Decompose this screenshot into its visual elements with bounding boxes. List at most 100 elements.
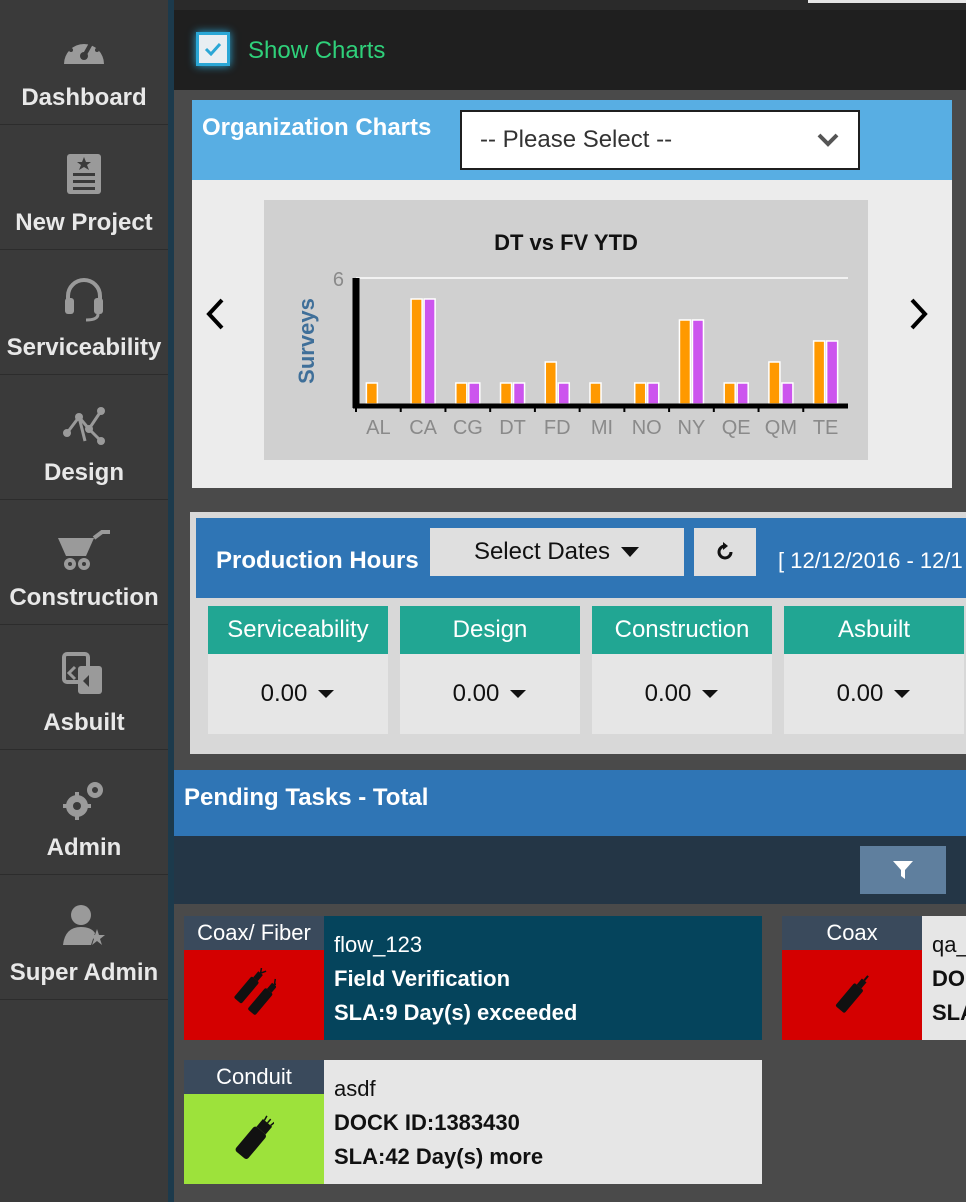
document-star-icon [67, 154, 101, 194]
task-name: asdf [334, 1076, 376, 1101]
sidebar-item-label: Serviceability [6, 334, 162, 361]
chevron-right-icon [910, 298, 928, 330]
task-card[interactable]: Coax/ Fiber flow_123 Field Verification … [184, 916, 762, 1040]
show-charts-label[interactable]: Show Charts [248, 37, 385, 65]
task-type-label: Coax/ Fiber [184, 916, 324, 950]
caret-down-icon [621, 547, 640, 557]
chart-x-tick-label: NO [632, 417, 662, 439]
top-strip [174, 0, 966, 10]
metric-construction: Construction 0.00 [592, 606, 772, 734]
chart-y-axis-label: Surveys [294, 298, 319, 384]
chart-bar [736, 382, 749, 405]
headset-icon [65, 278, 103, 322]
task-details: asdf DOCK ID:1383430 SLA:42 Day(s) more [324, 1060, 762, 1184]
sidebar-item-construction[interactable]: Construction [0, 500, 168, 625]
task-stage: DO [932, 966, 965, 991]
main-content: Show Charts Organization Charts -- Pleas… [174, 0, 966, 1202]
metric-value-dropdown[interactable]: 0.00 [592, 654, 772, 734]
caret-down-icon [702, 690, 719, 698]
chart-bar [589, 382, 602, 405]
metric-value-dropdown[interactable]: 0.00 [784, 654, 964, 734]
chart-bar [812, 340, 826, 405]
chart-bar [455, 382, 468, 405]
dt-vs-fv-chart: DT vs FV YTD Surveys 6 AL CA CG DT FD MI NO NY QE QM… [264, 200, 868, 460]
chart-bar [768, 361, 781, 405]
user-star-icon [63, 905, 105, 945]
sidebar-item-label: New Project [15, 209, 153, 236]
chart-next-arrow[interactable] [908, 296, 930, 341]
sidebar-item-design[interactable]: Design [0, 375, 168, 500]
chart-bar [723, 382, 736, 405]
sidebar-item-label: Dashboard [21, 84, 147, 111]
caret-down-icon [510, 690, 527, 698]
production-hours-header: Production Hours Select Dates [ 12/12/20… [196, 518, 966, 598]
wheelbarrow-icon [58, 530, 110, 570]
chart-x-tick-label: AL [366, 417, 390, 439]
filter-button[interactable] [860, 846, 946, 894]
chart-y-tick-label: 6 [333, 269, 344, 291]
organization-select-value: -- Please Select -- [480, 126, 673, 153]
task-dock-id: DOCK ID:1383430 [334, 1110, 520, 1135]
metric-label: Serviceability [208, 606, 388, 654]
chart-x-tick-label: FD [544, 417, 571, 439]
chart-x-tick-label: QE [722, 417, 751, 439]
sidebar: Dashboard New Project Serviceability Des… [0, 0, 168, 1202]
sidebar-item-label: Admin [46, 834, 122, 861]
chart-bar [678, 319, 692, 405]
sidebar-item-admin[interactable]: Admin [0, 750, 168, 875]
checkmark-icon [204, 42, 222, 56]
sidebar-item-dashboard[interactable]: Dashboard [0, 0, 168, 125]
pending-tasks-header: Pending Tasks - Total [174, 770, 966, 836]
select-dates-button[interactable]: Select Dates [430, 528, 684, 576]
network-nodes-icon [63, 407, 105, 445]
task-card[interactable]: Coax qa_ DO SLA [782, 916, 966, 1040]
chart-bar [544, 361, 558, 405]
chart-title: DT vs FV YTD [494, 230, 638, 255]
task-stage: Field Verification [334, 966, 511, 991]
chart-x-tick-label: TE [813, 417, 839, 439]
chart-bar [512, 382, 526, 405]
chart-bar [499, 382, 513, 405]
top-strip-highlight [808, 0, 966, 3]
reset-dates-button[interactable] [694, 528, 756, 576]
production-hours-title: Production Hours [216, 547, 419, 574]
metric-value: 0.00 [836, 680, 884, 707]
metric-label: Construction [592, 606, 772, 654]
chart-x-tick-label: CA [409, 417, 437, 439]
task-sla: SLA [932, 1000, 966, 1025]
metric-value-dropdown[interactable]: 0.00 [208, 654, 388, 734]
chart-bar [468, 382, 481, 405]
chart-x-tick-label: QM [765, 417, 797, 439]
task-status-tile [184, 1094, 324, 1184]
chart-bar [410, 298, 423, 405]
chart-bar [646, 382, 660, 405]
sidebar-item-super-admin[interactable]: Super Admin [0, 875, 168, 1000]
refresh-icon [717, 542, 733, 560]
sidebar-item-serviceability[interactable]: Serviceability [0, 250, 168, 375]
select-dates-label: Select Dates [473, 538, 611, 565]
chart-svg: DT vs FV YTD Surveys 6 AL CA CG DT FD MI NO NY QE QM… [294, 230, 848, 439]
task-name: flow_123 [334, 932, 423, 957]
metric-value-dropdown[interactable]: 0.00 [400, 654, 580, 734]
organization-charts-title: Organization Charts [202, 114, 432, 141]
gears-icon [63, 782, 103, 820]
chart-bar [423, 298, 436, 405]
chart-prev-arrow[interactable] [204, 296, 226, 341]
sidebar-item-new-project[interactable]: New Project [0, 125, 168, 250]
show-charts-checkbox[interactable] [196, 32, 230, 66]
chart-bar [825, 340, 839, 405]
conduit-icon [235, 1115, 274, 1160]
task-type-label: Coax [782, 916, 922, 950]
cable-ends-icon [234, 968, 276, 1015]
chart-bar [365, 382, 379, 405]
task-card[interactable]: Conduit asdf DOCK ID:1383430 SLA:42 Day(… [184, 1060, 762, 1184]
metric-value: 0.00 [644, 680, 692, 707]
organization-select[interactable]: -- Please Select -- [460, 110, 860, 170]
sidebar-item-asbuilt[interactable]: Asbuilt [0, 625, 168, 750]
sidebar-item-label: Asbuilt [43, 709, 125, 736]
task-details: qa_ DO SLA [922, 916, 966, 1040]
sidebar-item-label: Super Admin [9, 959, 159, 986]
metric-label: Design [400, 606, 580, 654]
speedometer-icon [64, 35, 104, 64]
production-hours-panel: Production Hours Select Dates [ 12/12/20… [190, 512, 966, 754]
